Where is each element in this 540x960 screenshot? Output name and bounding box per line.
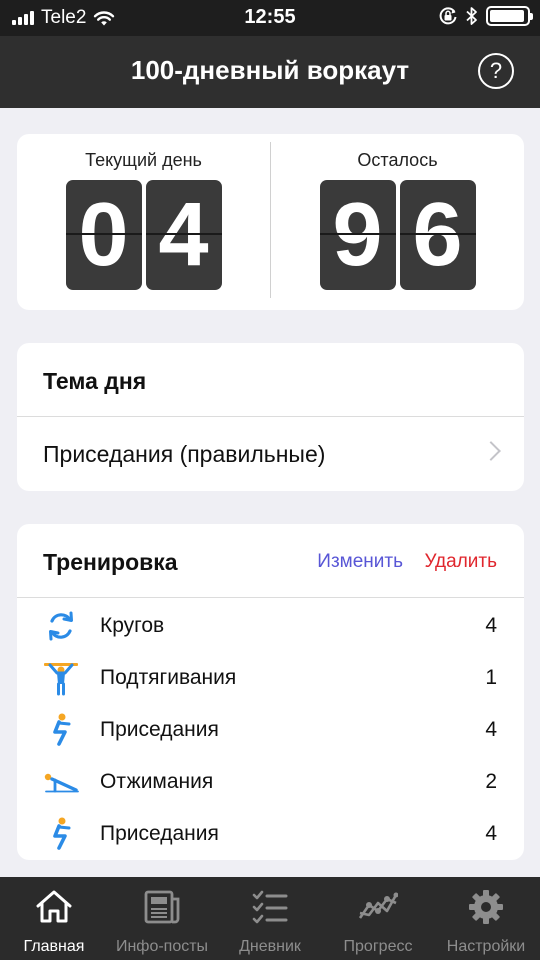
- digit-value: 4: [158, 185, 209, 285]
- nav-bar: 100-дневный воркаут ?: [0, 36, 540, 108]
- digit-value: 6: [412, 185, 463, 285]
- squat-icon: [53, 817, 71, 850]
- remaining-days-label: Осталось: [357, 150, 438, 170]
- squat-icon: [53, 713, 71, 746]
- digit-value: 0: [78, 185, 129, 285]
- help-button[interactable]: ?: [478, 53, 514, 89]
- exercise-row-pullups[interactable]: Подтягивания 1: [17, 651, 524, 703]
- exercise-count: 4: [485, 718, 497, 741]
- current-day-label: Текущий день: [85, 150, 202, 170]
- tab-label: Главная: [23, 938, 85, 955]
- digit-value: 9: [332, 185, 383, 285]
- exercise-name: Кругов: [100, 614, 165, 637]
- exercise-name: Подтягивания: [100, 666, 237, 689]
- workout-heading: Тренировка: [43, 549, 178, 575]
- tab-bar: Главная Инфо-посты Дневник Прогресс Наст…: [0, 877, 540, 960]
- tab-label: Прогресс: [343, 938, 413, 955]
- page-title: 100-дневный воркаут: [130, 55, 410, 85]
- tab-home[interactable]: Главная: [0, 877, 108, 960]
- home-icon: [36, 890, 72, 923]
- exercise-name: Приседания: [100, 718, 219, 741]
- theme-of-day-card: Тема дня Приседания (правильные): [17, 343, 524, 491]
- exercise-count: 4: [485, 614, 497, 637]
- remaining-days-digits: 9 6: [271, 180, 524, 290]
- edit-button[interactable]: Изменить: [317, 551, 403, 573]
- progress-chart-icon: [358, 892, 398, 919]
- tab-settings[interactable]: Настройки: [432, 877, 540, 960]
- tab-label: Инфо-посты: [115, 938, 209, 955]
- flip-digit: 9: [319, 180, 396, 290]
- exercise-name: Отжимания: [100, 770, 214, 793]
- theme-value: Приседания (правильные): [43, 441, 326, 467]
- tab-label: Настройки: [446, 938, 526, 955]
- newspaper-icon: [144, 890, 180, 924]
- current-day-digits: 0 4: [17, 180, 270, 290]
- tab-label: Дневник: [239, 938, 301, 955]
- workout-card: Тренировка Изменить Удалить Кругов 4 Под…: [17, 524, 524, 860]
- chevron-right-icon: [481, 441, 501, 461]
- tab-progress[interactable]: Прогресс: [324, 877, 432, 960]
- laps-icon: [49, 611, 73, 641]
- current-day-counter: Текущий день 0 4: [17, 134, 270, 310]
- day-counter-card: Текущий день 0 4 Осталось 9 6: [17, 134, 524, 310]
- battery-fill: [490, 10, 525, 22]
- flip-digit: 0: [65, 180, 142, 290]
- theme-row[interactable]: Приседания (правильные): [17, 417, 524, 491]
- exercise-row-pushups[interactable]: Отжимания 2: [17, 755, 524, 807]
- exercise-name: Приседания: [100, 822, 219, 845]
- status-right: [438, 6, 533, 26]
- pullup-icon: [44, 663, 78, 696]
- bluetooth-icon: [466, 7, 477, 25]
- tab-diary[interactable]: Дневник: [216, 877, 324, 960]
- flip-digit: 4: [145, 180, 222, 290]
- divider: [17, 597, 524, 598]
- exercise-row-squats-2[interactable]: Приседания 4: [17, 807, 524, 859]
- flip-digit: 6: [399, 180, 476, 290]
- exercise-row-laps[interactable]: Кругов 4: [17, 599, 524, 651]
- tab-info[interactable]: Инфо-посты: [108, 877, 216, 960]
- remaining-days-counter: Осталось 9 6: [271, 134, 524, 310]
- exercise-row-squats[interactable]: Приседания 4: [17, 703, 524, 755]
- pushup-icon: [44, 773, 79, 793]
- checklist-icon: [252, 890, 288, 924]
- battery-icon: [486, 6, 533, 26]
- orientation-lock-icon: [439, 7, 457, 25]
- status-bar: Tele2 12:55: [0, 0, 540, 36]
- exercise-count: 2: [485, 770, 497, 793]
- delete-button[interactable]: Удалить: [424, 551, 497, 573]
- theme-heading: Тема дня: [43, 368, 147, 394]
- exercise-count: 1: [485, 666, 497, 689]
- exercise-count: 4: [485, 822, 497, 845]
- gear-icon: [469, 890, 503, 924]
